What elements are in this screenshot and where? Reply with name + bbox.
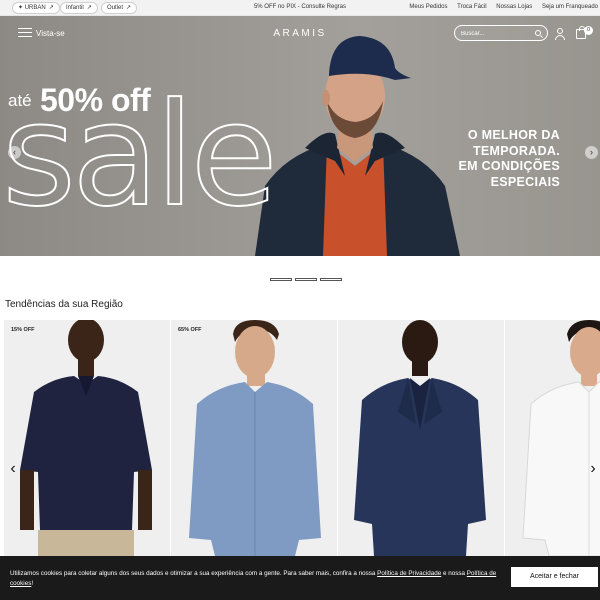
search-box[interactable] (454, 25, 548, 41)
hero-tagline: O MELHOR DA TEMPORADA. EM CONDIÇÕES ESPE… (400, 128, 560, 190)
product-carousel: 15% OFF 65% OFF ‹ › (4, 320, 600, 556)
tagline-line: O MELHOR DA (467, 128, 560, 142)
tagline-line: ESPECIAIS (490, 174, 560, 189)
tagline-line: EM CONDIÇÕES (458, 159, 560, 173)
product-image (189, 320, 321, 556)
product-card[interactable]: 65% OFF (171, 320, 337, 556)
search-icon[interactable] (535, 30, 541, 36)
easy-exchange-link[interactable]: Troca Fácil (457, 4, 486, 10)
my-orders-link[interactable]: Meus Pedidos (409, 4, 447, 10)
carousel-dot[interactable] (320, 278, 342, 281)
discount-badge: 15% OFF (11, 327, 35, 333)
cookie-text: Utilizamos cookies para coletar alguns d… (10, 570, 378, 577)
search-input[interactable] (461, 29, 531, 38)
our-stores-link[interactable]: Nossas Lojas (496, 4, 532, 10)
cookie-text: ! (31, 580, 34, 587)
hero-banner[interactable]: Vista-se ARAMIS 0 até 50% off sale O MEL… (0, 16, 600, 256)
carousel-dot[interactable] (295, 278, 317, 281)
product-card[interactable] (338, 320, 504, 556)
franchise-link[interactable]: Seja um Franqueado (542, 4, 598, 10)
top-promo-bar: ✦ URBAN ↗ Infantil ↗ Outlet ↗ 5% OFF no PIX… (0, 0, 600, 16)
product-image (522, 320, 600, 556)
cookie-text: e nossa (441, 570, 467, 577)
cart-count-badge: 0 (584, 26, 593, 35)
privacy-policy-link[interactable]: Política de Privacidade (377, 570, 441, 577)
product-image (354, 320, 486, 556)
products-next-button[interactable]: › (586, 460, 600, 478)
products-prev-button[interactable]: ‹ (6, 460, 20, 478)
accept-cookies-button[interactable]: Aceitar e fechar (511, 567, 598, 587)
top-links: Meus Pedidos Troca Fácil Nossas Lojas Se… (401, 4, 598, 10)
hero-headline: sale (1, 73, 279, 238)
carousel-indicators (270, 268, 345, 281)
discount-badge: 65% OFF (178, 327, 202, 333)
hero-prev-button[interactable]: ‹ (8, 146, 21, 159)
hero-next-button[interactable]: › (585, 146, 598, 159)
cookie-banner: Utilizamos cookies para coletar alguns d… (0, 556, 600, 600)
product-card[interactable]: 15% OFF (4, 320, 170, 556)
product-image (20, 320, 152, 556)
user-account-icon[interactable] (554, 28, 566, 40)
carousel-dot[interactable] (270, 278, 292, 281)
section-title: Tendências da sua Região (5, 299, 123, 310)
product-card[interactable] (505, 320, 600, 556)
cookie-message: Utilizamos cookies para coletar alguns d… (10, 569, 500, 589)
tagline-line: TEMPORADA. (472, 143, 560, 158)
